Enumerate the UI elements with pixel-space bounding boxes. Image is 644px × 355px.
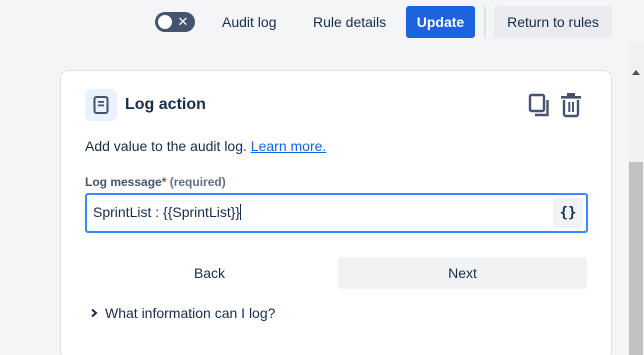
learn-more-link[interactable]: Learn more. bbox=[251, 138, 326, 154]
toolbar-divider bbox=[484, 6, 486, 38]
log-action-card: Log action Add value to the audit log. L… bbox=[60, 70, 612, 355]
field-label-text: Log message bbox=[85, 175, 162, 189]
return-to-rules-button[interactable]: Return to rules bbox=[494, 6, 612, 38]
smart-values-button[interactable]: {} bbox=[553, 198, 583, 228]
log-message-label: Log message* (required) bbox=[85, 175, 226, 189]
document-icon bbox=[85, 89, 117, 121]
audit-log-button[interactable]: Audit log bbox=[212, 6, 286, 38]
info-expander-label[interactable]: What information can I log? bbox=[105, 305, 275, 321]
update-button[interactable]: Update bbox=[406, 6, 475, 38]
info-expander[interactable]: What information can I log? bbox=[89, 305, 275, 323]
toggle-knob bbox=[158, 15, 172, 29]
required-text: (required) bbox=[169, 175, 226, 189]
trash-icon[interactable] bbox=[560, 92, 582, 118]
description-text: Add value to the audit log. bbox=[85, 138, 247, 154]
rule-details-button[interactable]: Rule details bbox=[303, 6, 396, 38]
next-button[interactable]: Next bbox=[338, 257, 587, 289]
rule-enabled-toggle[interactable]: ✕ bbox=[155, 12, 195, 32]
copy-icon[interactable] bbox=[528, 93, 550, 117]
input-value[interactable]: SprintList : {{SprintList}} bbox=[93, 204, 240, 220]
chevron-right-icon bbox=[89, 305, 101, 321]
description: Add value to the audit log. Learn more. bbox=[85, 138, 326, 154]
back-button[interactable]: Back bbox=[85, 257, 334, 289]
scroll-up-arrow-icon[interactable] bbox=[632, 70, 640, 75]
log-message-input[interactable]: SprintList : {{SprintList}} {} bbox=[85, 193, 588, 233]
card-title: Log action bbox=[125, 96, 206, 113]
close-icon: ✕ bbox=[177, 14, 189, 29]
scrollbar-thumb[interactable] bbox=[629, 162, 643, 355]
required-asterisk: * bbox=[161, 175, 167, 189]
text-caret bbox=[240, 204, 242, 220]
top-toolbar: ✕ Audit log Rule details Update Return t… bbox=[0, 0, 628, 44]
log-message-value[interactable]: SprintList : {{SprintList}} bbox=[93, 204, 242, 220]
